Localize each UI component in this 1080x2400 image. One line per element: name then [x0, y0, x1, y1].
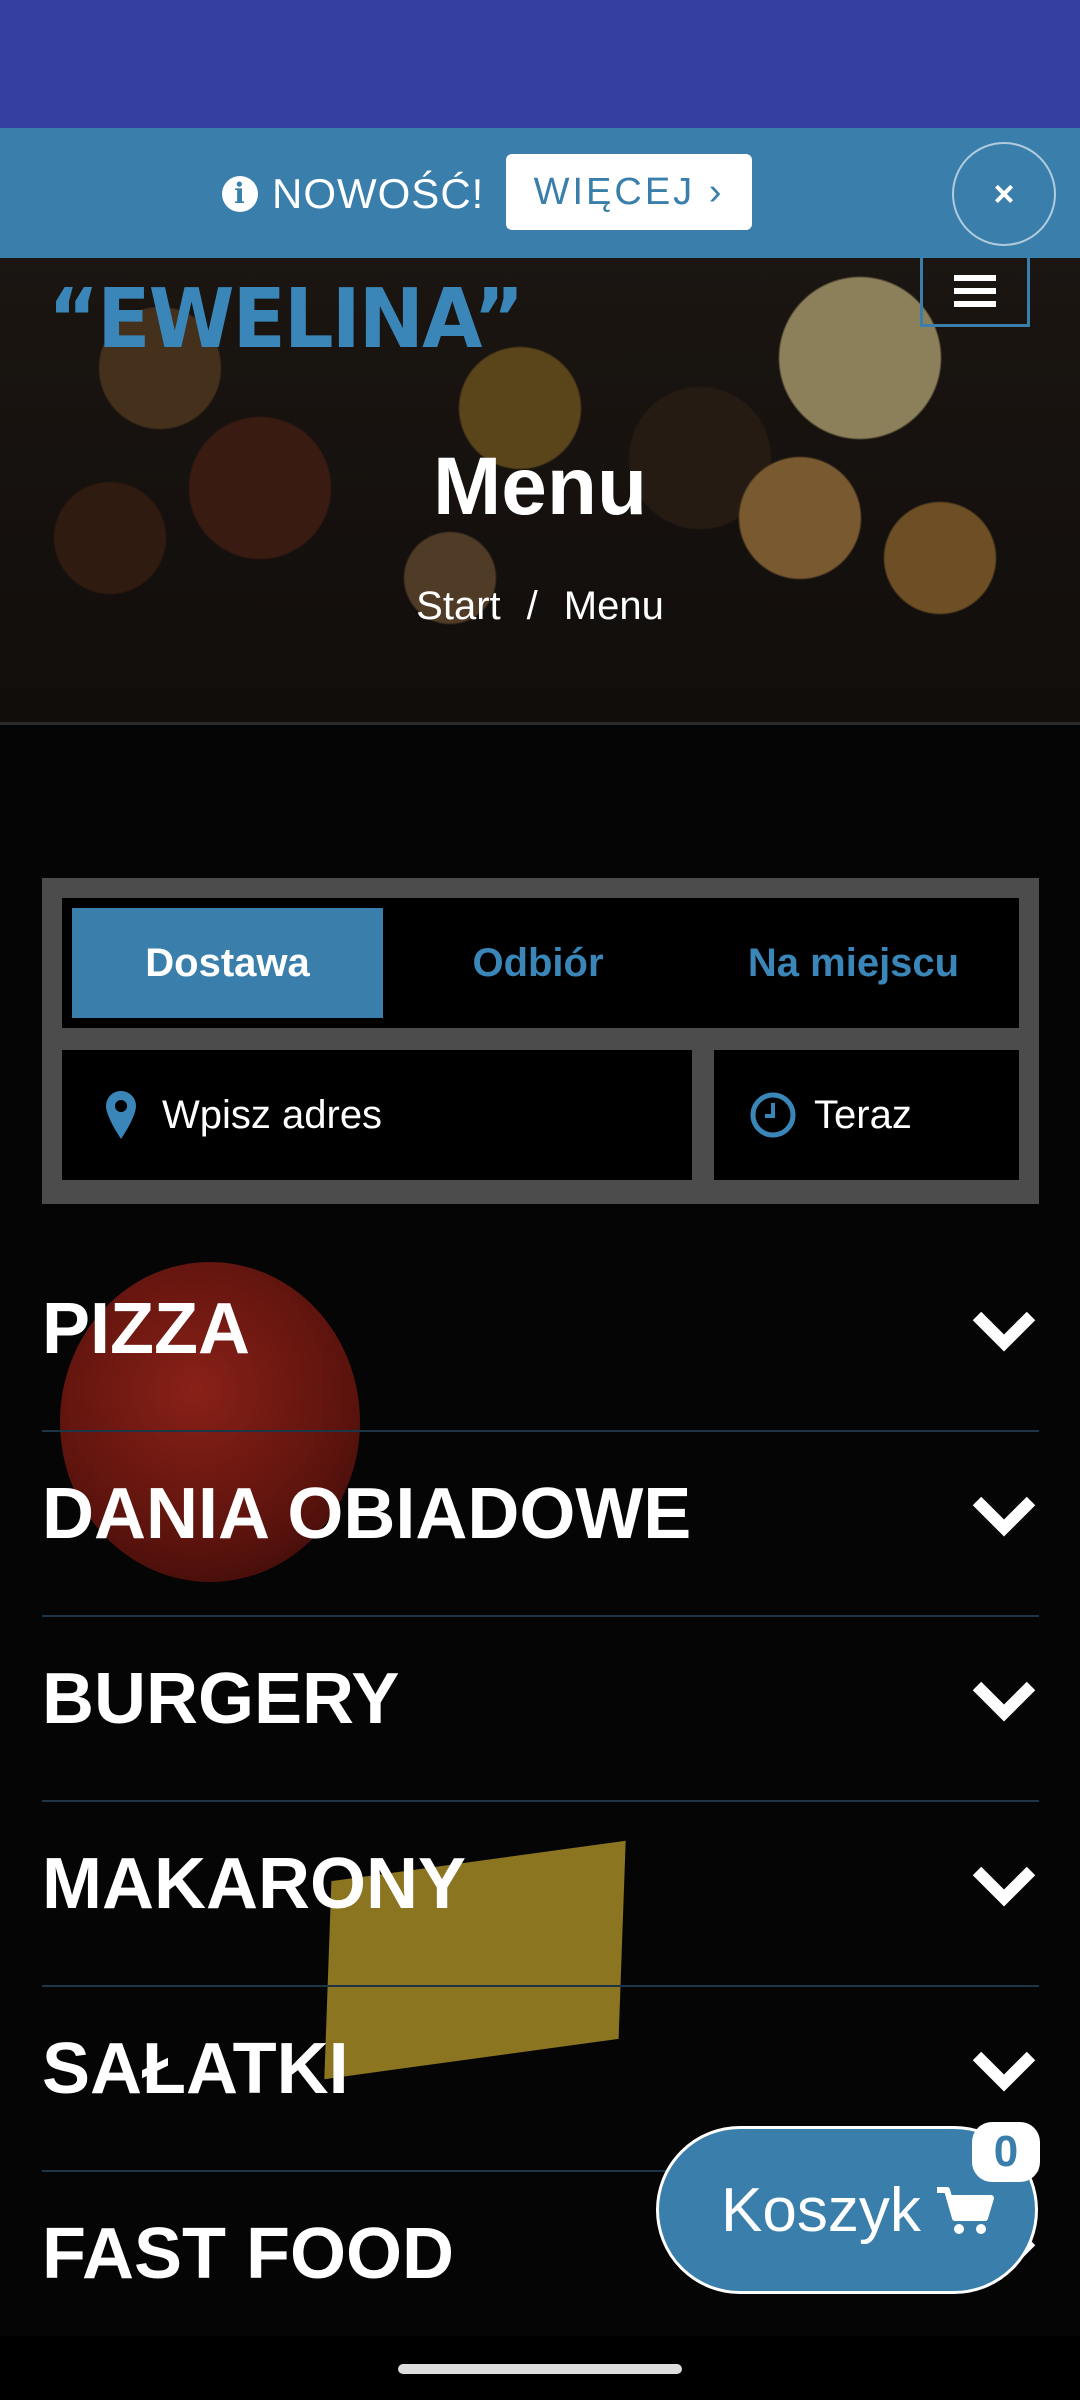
- logo[interactable]: “EWELINA”: [48, 272, 525, 367]
- hero-divider: [0, 722, 1080, 755]
- category-label: DANIA OBIADOWE: [42, 1474, 692, 1554]
- chevron-down-icon: [972, 1311, 1036, 1352]
- promo-banner: i NOWOŚĆ! WIĘCEJ › ×: [0, 128, 1080, 258]
- breadcrumb-separator: /: [526, 584, 538, 628]
- category-makarony[interactable]: MAKARONY: [42, 1801, 1039, 1987]
- more-button[interactable]: WIĘCEJ ›: [506, 154, 752, 230]
- order-type-tabs: Dostawa Odbiór Na miejscu: [62, 898, 1019, 1028]
- chevron-down-icon: [972, 1681, 1036, 1722]
- info-icon: i: [222, 176, 258, 212]
- category-label: FAST FOOD: [42, 2214, 454, 2294]
- order-options-panel: Dostawa Odbiór Na miejscu Wpisz adres Te…: [42, 878, 1039, 1204]
- chevron-down-icon: [972, 2051, 1036, 2092]
- location-pin-icon: [106, 1091, 136, 1139]
- address-placeholder: Wpisz adres: [162, 1092, 383, 1137]
- breadcrumb-start-link[interactable]: Start: [416, 584, 500, 629]
- status-bar: [0, 0, 1080, 128]
- hamburger-menu-icon[interactable]: [920, 258, 1030, 327]
- category-burgery[interactable]: BURGERY: [42, 1616, 1039, 1802]
- chevron-down-icon: [972, 1496, 1036, 1537]
- category-dania-obiadowe[interactable]: DANIA OBIADOWE: [42, 1431, 1039, 1617]
- chevron-down-icon: [972, 1866, 1036, 1907]
- promo-message: i NOWOŚĆ!: [222, 164, 484, 224]
- category-pizza[interactable]: PIZZA: [42, 1246, 1039, 1432]
- tab-pickup[interactable]: Odbiór: [388, 908, 688, 1018]
- shopping-cart-icon: [936, 2187, 994, 2234]
- category-label: PIZZA: [42, 1289, 250, 1369]
- cart-label: Koszyk: [721, 2175, 921, 2245]
- close-icon[interactable]: ×: [952, 142, 1056, 246]
- page-title: Menu: [432, 441, 648, 532]
- breadcrumb: Start / Menu: [0, 584, 1080, 629]
- tab-dine-in[interactable]: Na miejscu: [698, 908, 1009, 1018]
- address-input[interactable]: Wpisz adres: [62, 1050, 692, 1180]
- time-select[interactable]: Teraz: [714, 1050, 1019, 1180]
- home-indicator[interactable]: [398, 2364, 682, 2374]
- time-value: Teraz: [814, 1092, 912, 1137]
- category-label: MAKARONY: [42, 1844, 466, 1924]
- category-label: SAŁATKI: [42, 2029, 349, 2109]
- cart-count-badge: 0: [972, 2122, 1040, 2182]
- clock-icon: [750, 1092, 796, 1138]
- tab-delivery[interactable]: Dostawa: [72, 908, 383, 1018]
- breadcrumb-current: Menu: [563, 584, 664, 628]
- promo-text: NOWOŚĆ!: [272, 170, 485, 217]
- category-label: BURGERY: [42, 1659, 400, 1739]
